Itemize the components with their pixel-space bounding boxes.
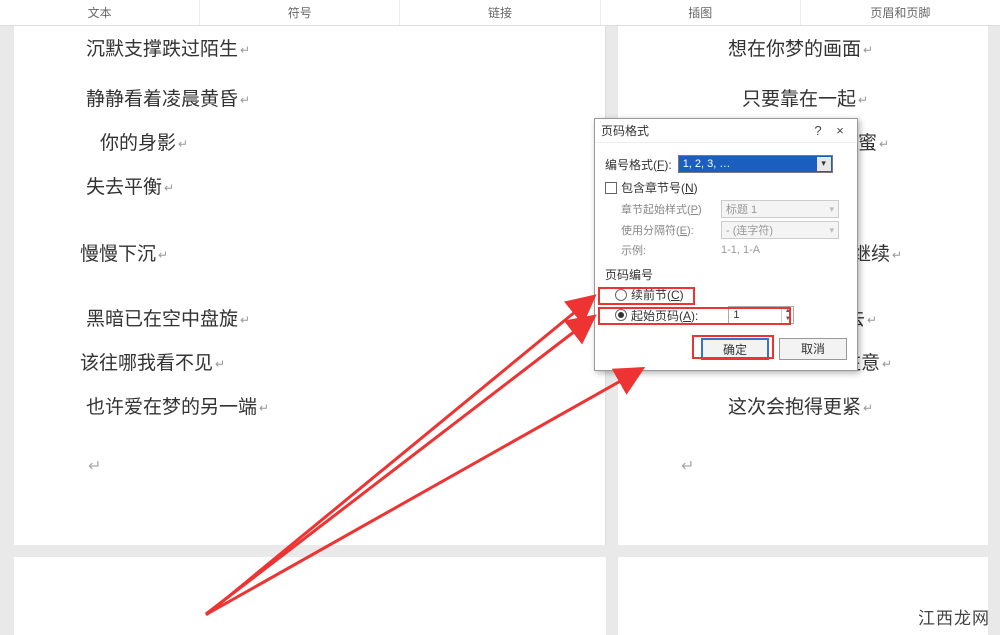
doc-line: 黑暗已在空中盘旋 [86,304,250,331]
chevron-down-icon: ▾ [829,204,834,215]
ribbon-tabs: 文本 符号 链接 插图 页眉和页脚 [0,0,1000,26]
ribbon-tab-header-footer[interactable]: 页眉和页脚 [801,0,1000,25]
start-at-label: 起始页码(A): [631,307,698,324]
doc-line: 蜜 [858,128,889,155]
doc-line: 该往哪我看不见 [80,348,225,375]
close-button[interactable]: × [829,123,851,138]
doc-line: 只要靠在一起 [742,84,868,111]
continue-previous-label: 续前节(C) [631,286,684,303]
doc-line: 也许爱在梦的另一端 [86,392,269,419]
chevron-down-icon[interactable]: ▾ [817,157,831,171]
paragraph-mark-icon: ↵ [88,456,101,476]
ribbon-tab-link[interactable]: 链接 [400,0,600,25]
watermark: 江西龙网 [918,604,990,629]
paragraph-mark-icon: ↵ [681,456,694,476]
chevron-down-icon: ▾ [829,225,834,236]
dialog-title: 页码格式 [601,122,807,139]
doc-line: 失去平衡 [86,172,174,199]
doc-line: 沉默支撑跌过陌生 [86,34,250,61]
spinner-down-icon[interactable]: ▼ [782,315,793,323]
separator-value: - (连字符) [726,222,773,238]
doc-line: 你的身影 [100,128,188,155]
page-numbering-group-label: 页码编号 [605,266,847,283]
include-chapter-label: 包含章节号(N) [621,179,698,196]
start-at-spinner[interactable]: 1 ▲ ▼ [728,306,794,324]
chapter-style-value: 标题 1 [726,201,757,217]
help-button[interactable]: ? [807,123,829,138]
chapter-style-label: 章节起始样式(P) [621,201,721,217]
continue-previous-radio[interactable] [615,289,627,301]
start-at-value[interactable]: 1 [729,309,781,321]
number-format-label: 编号格式(F): [605,156,672,173]
spinner-up-icon[interactable]: ▲ [782,307,793,315]
doc-line: 想在你梦的画面 [728,34,873,61]
ribbon-tab-text[interactable]: 文本 [0,0,200,25]
ok-button[interactable]: 确定 [701,338,769,360]
doc-line: 慢慢下沉 [80,239,168,266]
chapter-style-select: 标题 1 ▾ [721,200,839,218]
page-number-format-dialog: 页码格式 ? × 编号格式(F): 1, 2, 3, … ▾ 包含章节号(N) … [594,118,858,371]
doc-line: 这次会抱得更紧 [728,392,873,419]
ribbon-tab-illustration[interactable]: 插图 [601,0,801,25]
doc-line: 继续 [852,239,902,266]
separator-select: - (连字符) ▾ [721,221,839,239]
start-at-radio[interactable] [615,309,627,321]
cancel-button[interactable]: 取消 [779,338,847,360]
example-label: 示例: [621,242,721,258]
number-format-value: 1, 2, 3, … [683,158,731,170]
doc-line: 静静看着凌晨黄昏 [86,84,250,111]
ribbon-tab-symbol[interactable]: 符号 [200,0,400,25]
number-format-select[interactable]: 1, 2, 3, … ▾ [678,155,833,173]
example-value: 1-1, 1-A [721,244,760,256]
separator-label: 使用分隔符(E): [621,222,721,238]
include-chapter-checkbox[interactable] [605,182,617,194]
dialog-titlebar[interactable]: 页码格式 ? × [595,119,857,143]
page-left[interactable]: 沉默支撑跌过陌生 静静看着凌晨黄昏 你的身影 失去平衡 慢慢下沉 黑暗已在空中盘… [14,26,606,545]
page-bottom-left[interactable] [14,557,606,635]
